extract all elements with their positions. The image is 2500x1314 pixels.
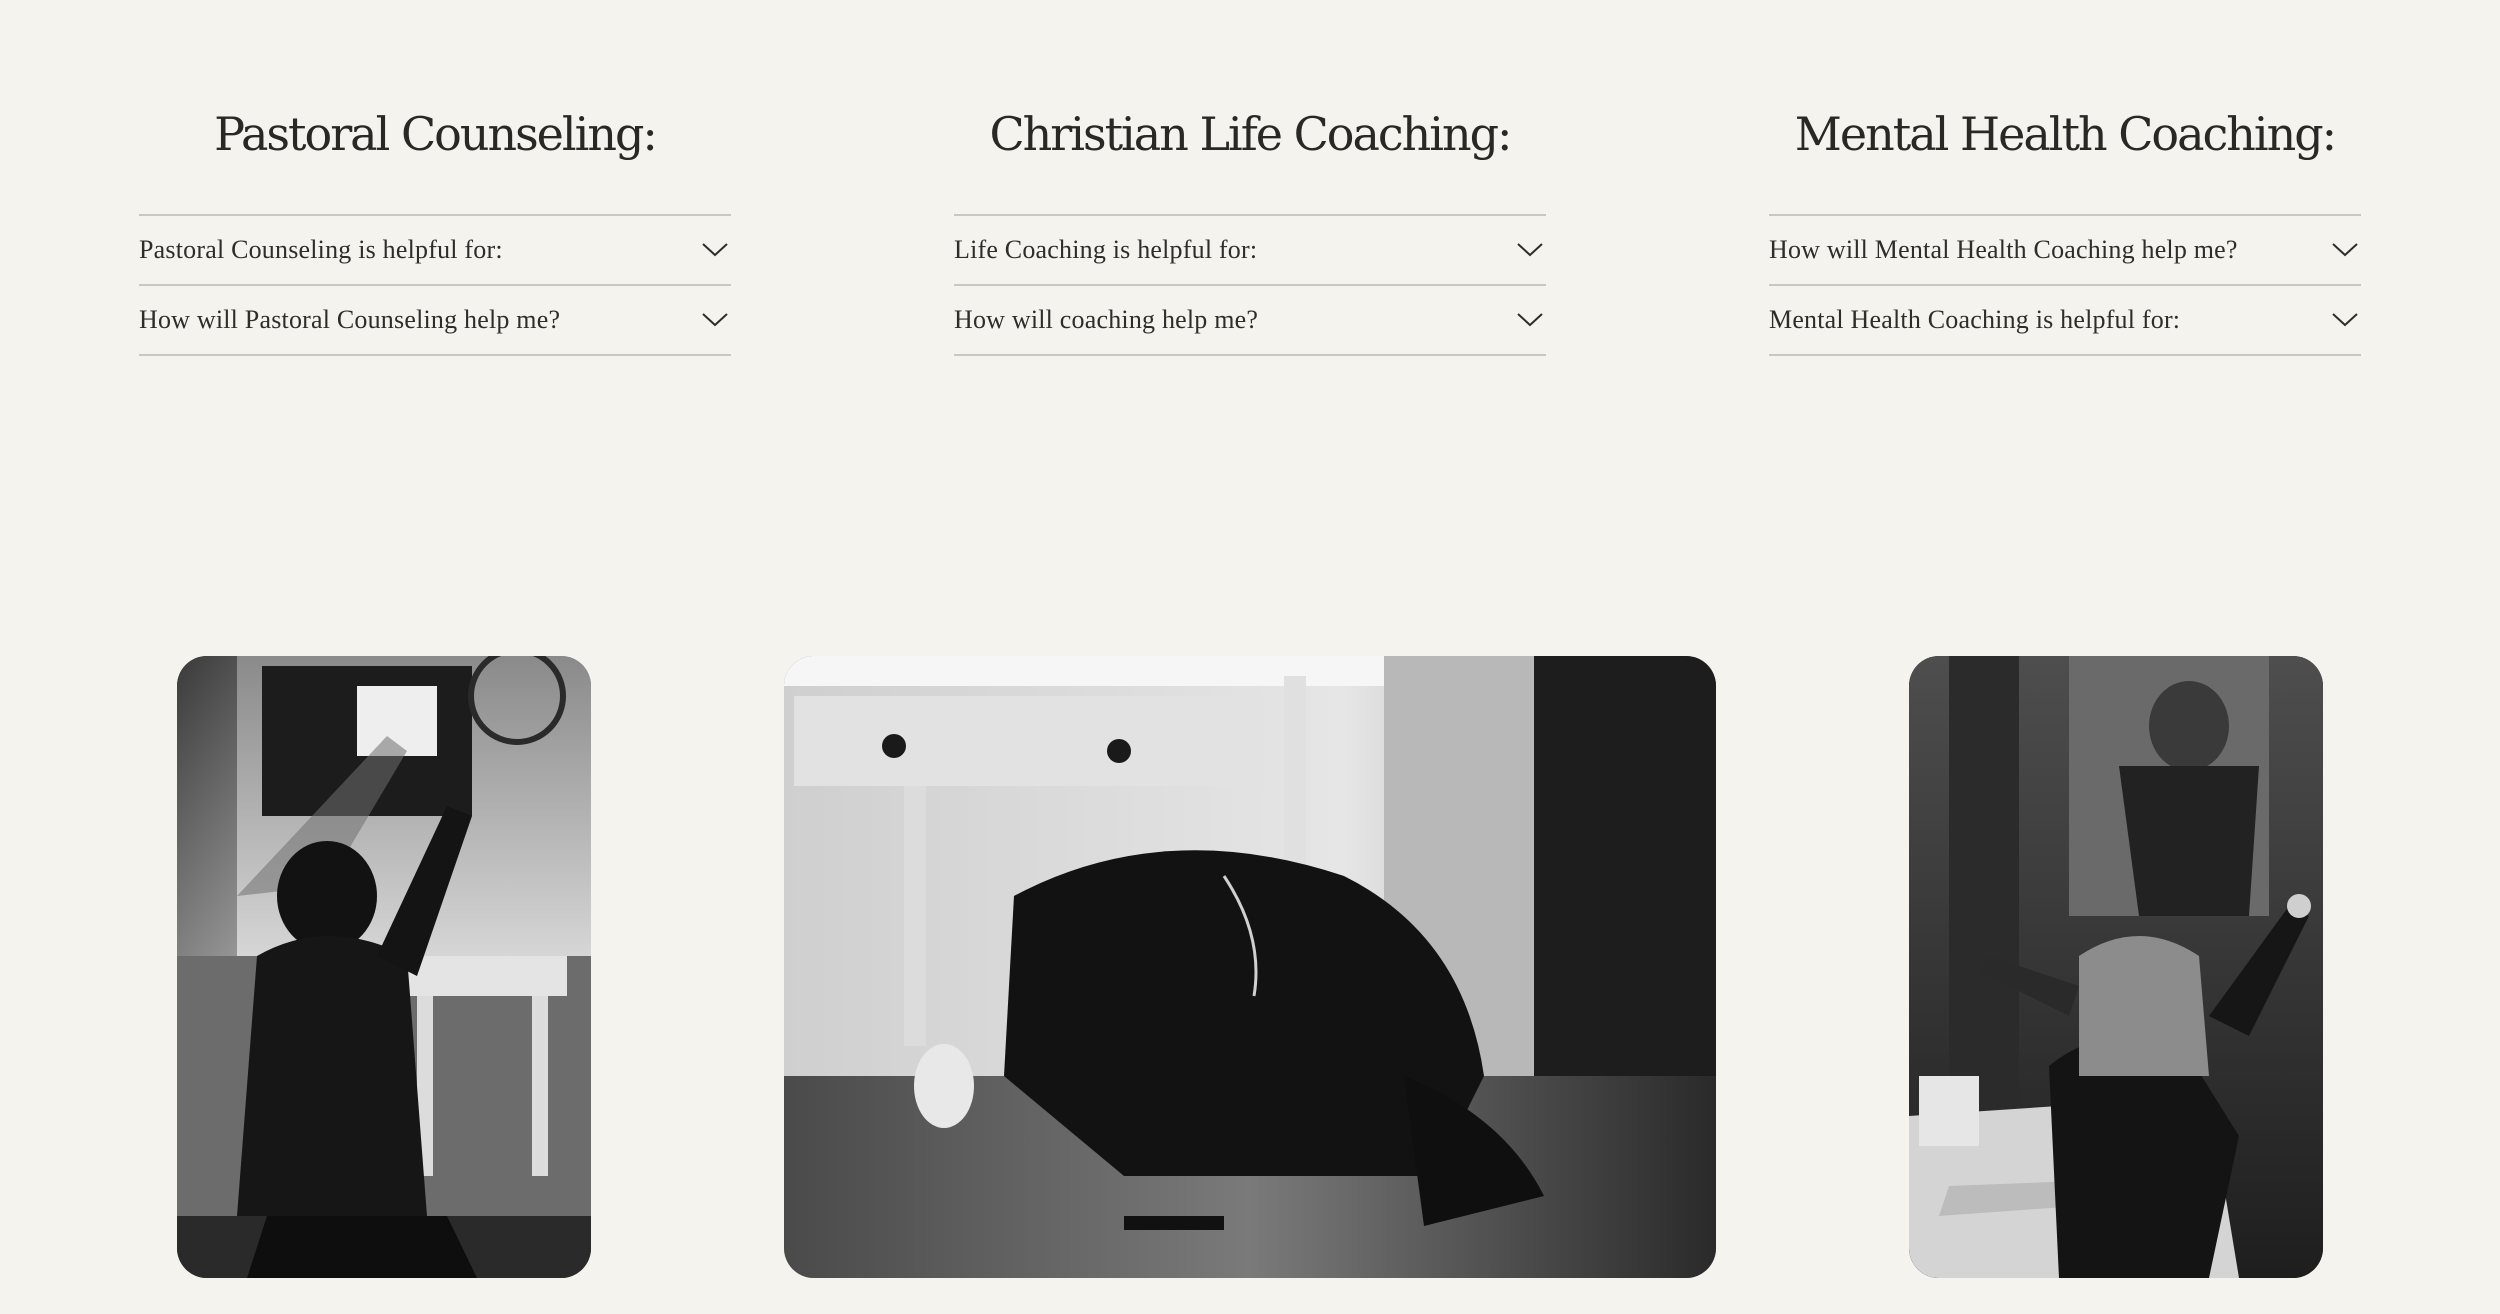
accordion-label: How will coaching help me? [954,305,1259,334]
accordion: How will Mental Health Coaching help me?… [1769,214,2361,356]
service-title: Christian Life Coaching: [989,107,1512,161]
chevron-down-icon [1517,243,1543,257]
chevron-down-icon [2332,243,2358,257]
accordion-label: Pastoral Counseling is helpful for: [139,235,503,264]
photo-woman-worship-arms-outstretched [1909,656,2323,1278]
accordion-item[interactable]: Life Coaching is helpful for: [954,216,1546,286]
service-christian-life-coaching: Christian Life Coaching: Life Coaching i… [954,100,1546,356]
accordion: Life Coaching is helpful for: How will c… [954,214,1546,356]
photo-gallery [0,656,2500,1278]
service-pastoral-counseling: Pastoral Counseling: Pastoral Counseling… [139,100,731,356]
accordion-item[interactable]: How will Pastoral Counseling help me? [139,286,731,356]
accordion-label: How will Pastoral Counseling help me? [139,305,561,334]
photo-man-praying-hands-raised [177,656,591,1278]
chevron-down-icon [1517,313,1543,327]
accordion-item[interactable]: How will Mental Health Coaching help me? [1769,216,2361,286]
chevron-down-icon [702,243,728,257]
accordion-item[interactable]: Mental Health Coaching is helpful for: [1769,286,2361,356]
service-mental-health-coaching: Mental Health Coaching: How will Mental … [1769,100,2361,356]
accordion-label: Mental Health Coaching is helpful for: [1769,305,2181,334]
service-title: Pastoral Counseling: [214,107,658,161]
accordion-item[interactable]: Pastoral Counseling is helpful for: [139,216,731,286]
accordion-item[interactable]: How will coaching help me? [954,286,1546,356]
accordion: Pastoral Counseling is helpful for: How … [139,214,731,356]
service-title: Mental Health Coaching: [1794,107,2337,161]
chevron-down-icon [702,313,728,327]
chevron-down-icon [2332,313,2358,327]
photo-man-kneeling-in-prayer [784,656,1716,1278]
accordion-label: Life Coaching is helpful for: [954,235,1258,264]
accordion-label: How will Mental Health Coaching help me? [1769,235,2238,264]
